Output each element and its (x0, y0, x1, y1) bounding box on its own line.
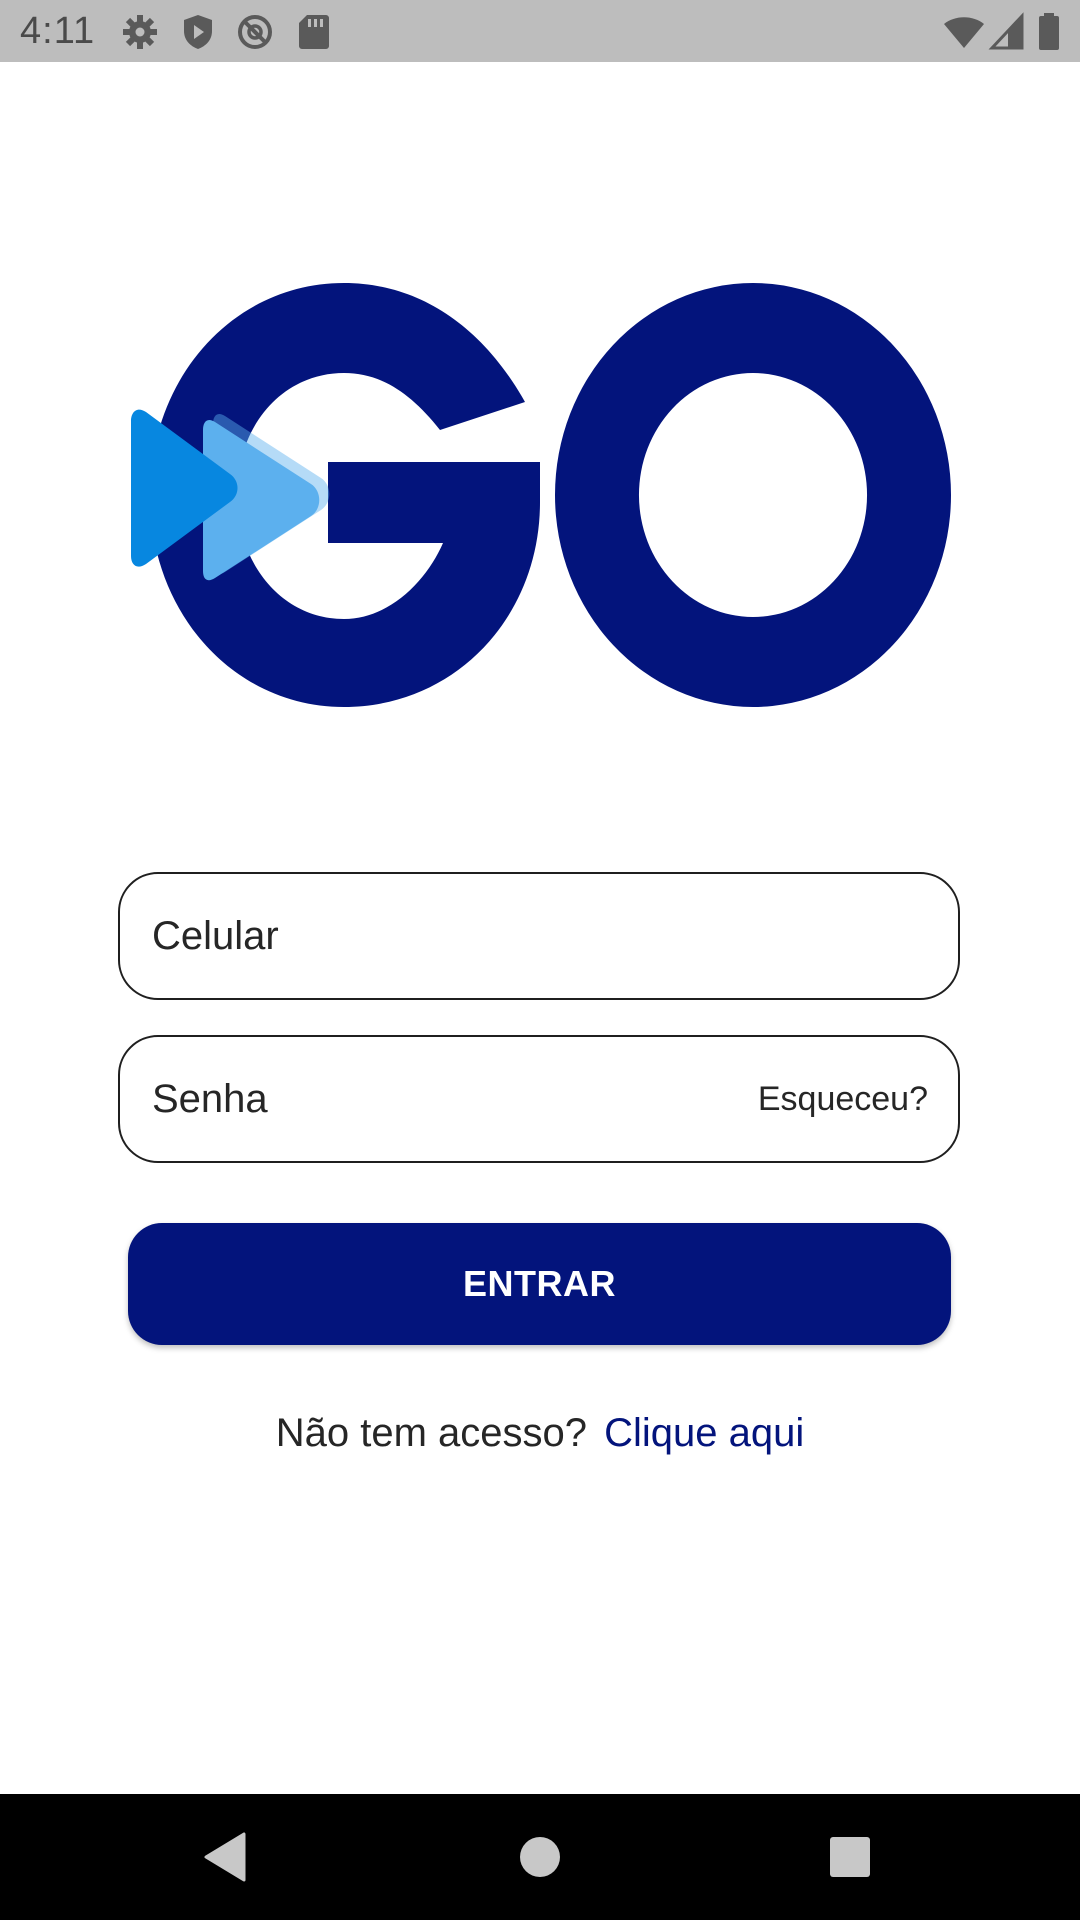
gear-icon (123, 15, 157, 49)
signup-link[interactable]: Clique aqui (604, 1411, 804, 1455)
login-button[interactable]: ENTRAR (128, 1223, 951, 1345)
battery-icon (1039, 13, 1059, 50)
forgot-password-link[interactable]: Esqueceu? (758, 1037, 928, 1161)
signup-prompt: Não tem acesso? (275, 1411, 587, 1455)
home-icon[interactable] (510, 1827, 570, 1887)
wifi-icon (944, 17, 984, 48)
go-logo (131, 283, 951, 707)
status-time: 4:11 (20, 10, 96, 52)
phone-field[interactable] (118, 872, 960, 1000)
signup-row: Não tem acesso? Clique aqui (0, 1405, 1080, 1461)
password-field[interactable]: Esqueceu? (118, 1035, 960, 1163)
recents-icon[interactable] (820, 1827, 880, 1887)
shield-icon (184, 15, 212, 49)
status-bar: 4:11 (0, 0, 1080, 62)
signal-icon (988, 12, 1024, 50)
password-input[interactable] (152, 1037, 712, 1161)
back-icon[interactable] (196, 1827, 256, 1887)
phone-input[interactable] (152, 874, 912, 998)
sd-card-icon (299, 15, 329, 49)
logo-letter-o (555, 283, 951, 707)
navigation-bar (0, 1794, 1080, 1920)
no-sync-icon (238, 15, 272, 49)
